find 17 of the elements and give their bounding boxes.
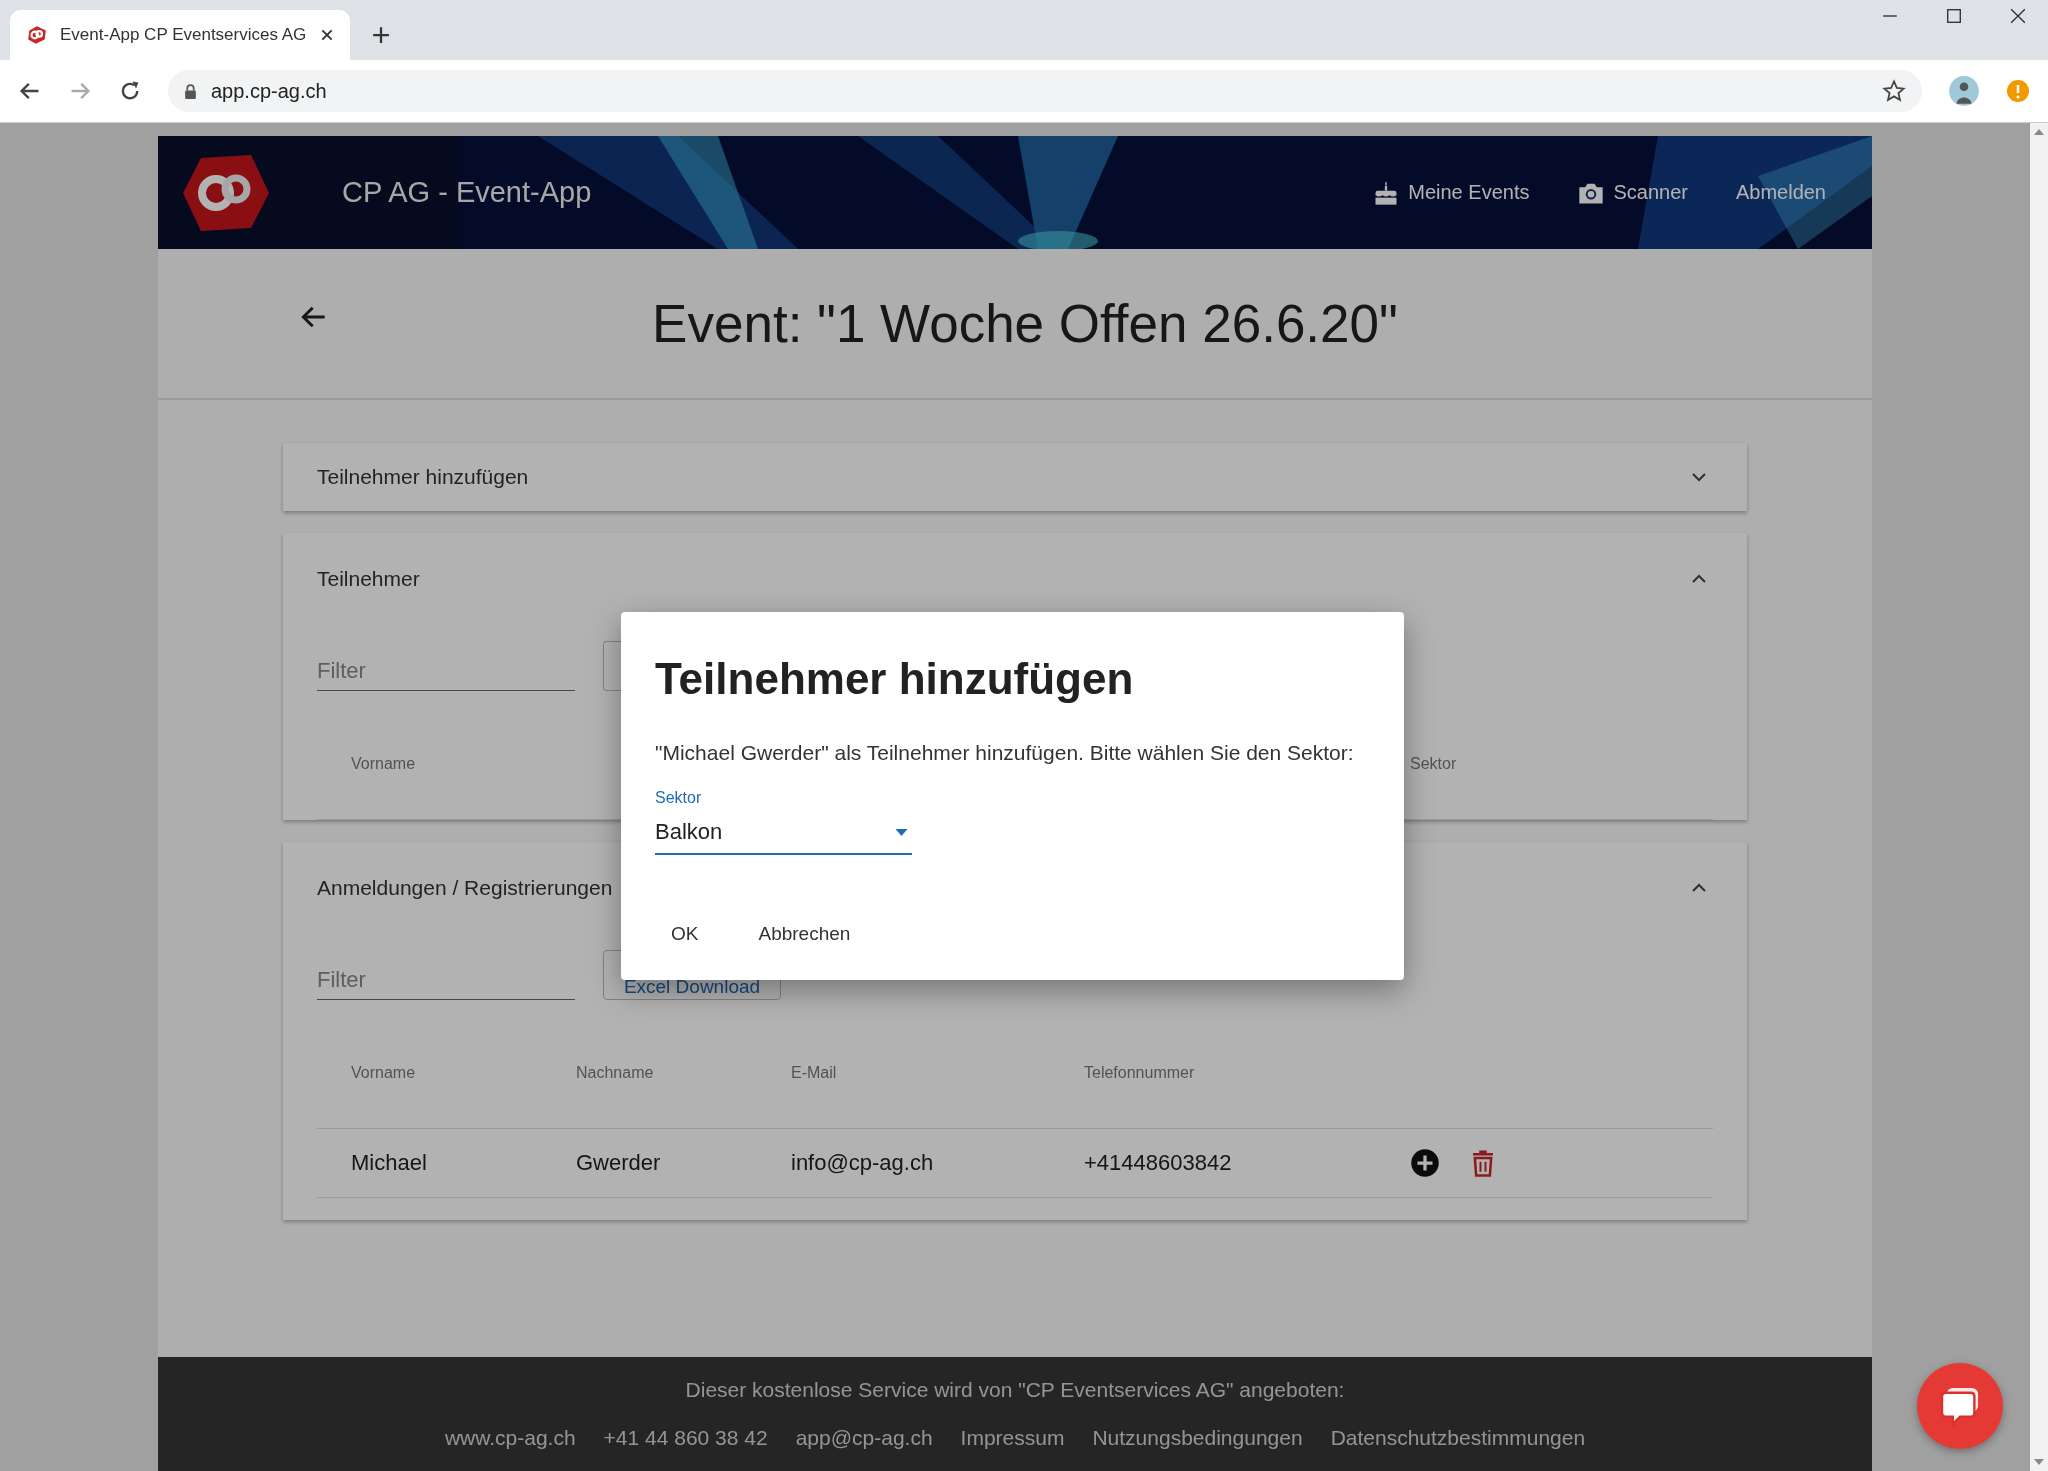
column-header: Nachname	[576, 1064, 655, 1082]
footer-text: Dieser kostenlose Service wird von "CP Eventservices AG" angeboten:	[685, 1378, 1345, 1402]
tab-title: Event-App CP Eventservices AG	[60, 25, 308, 45]
table-cell-text: +41448603842	[1084, 1150, 1233, 1176]
table-cell-text: Gwerder	[576, 1150, 662, 1176]
column-header: E-Mail	[791, 1064, 838, 1082]
event-title: Event: "1 Woche Offen 26.6.20"	[651, 293, 1398, 354]
column-header: Vorname	[351, 755, 417, 773]
column-header: Vorname	[351, 1064, 417, 1082]
app-title: CP AG - Event-App	[342, 176, 592, 209]
table-cell-text: info@cp-ag.ch	[791, 1150, 935, 1176]
dialog-message: "Michael Gwerder" als Teilnehmer hinzufügen. Bitte wählen Sie den Sektor:	[655, 740, 1355, 766]
dialog-title: Teilnehmer hinzufügen	[655, 654, 1134, 704]
column-header: Telefonnummer	[1084, 1064, 1196, 1082]
column-header: Sektor	[1410, 755, 1458, 773]
url-text: app.cp-ag.ch	[211, 79, 328, 103]
table-cell-text: Michael	[351, 1150, 428, 1176]
